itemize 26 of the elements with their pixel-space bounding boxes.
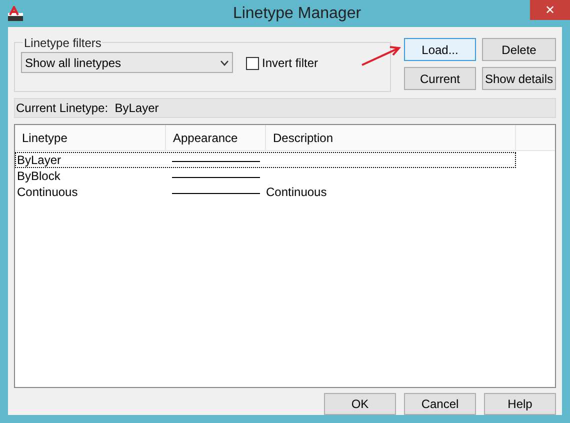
- column-header[interactable]: Linetype: [15, 125, 166, 150]
- close-button[interactable]: ✕: [530, 0, 570, 20]
- chevron-down-icon: [220, 60, 229, 66]
- current-linetype-label: Current Linetype: ByLayer: [16, 100, 159, 117]
- dialog-button[interactable]: Current: [404, 67, 476, 90]
- table-cell-text: Continuous: [266, 184, 327, 201]
- dialog-button[interactable]: Load...: [404, 38, 476, 61]
- filter-dropdown[interactable]: Show all linetypes: [21, 52, 233, 73]
- invert-checkbox[interactable]: [246, 56, 259, 70]
- dialog-button[interactable]: Cancel: [404, 393, 476, 415]
- column-header[interactable]: Description: [266, 125, 516, 150]
- table-row[interactable]: ByLayer: [15, 152, 516, 168]
- table-cell-text: ByLayer: [16, 152, 62, 169]
- table-cell-text: ByBlock: [16, 168, 62, 185]
- app-icon: [7, 6, 24, 22]
- table-row[interactable]: Continuous Continuous: [15, 184, 516, 200]
- table-cell-text: Continuous: [16, 184, 79, 201]
- dialog-button[interactable]: Delete: [482, 38, 556, 61]
- dialog-button[interactable]: OK: [324, 393, 396, 415]
- dialog-button[interactable]: Show details: [482, 67, 556, 90]
- column-header[interactable]: Appearance: [166, 125, 266, 150]
- arrow-annotation-icon: [360, 44, 402, 68]
- dialog-button[interactable]: Help: [484, 393, 556, 415]
- table-row[interactable]: ByBlock: [15, 168, 516, 184]
- checkbox-label: Invert filter: [262, 55, 318, 72]
- window-title: Linetype Manager: [232, 4, 362, 24]
